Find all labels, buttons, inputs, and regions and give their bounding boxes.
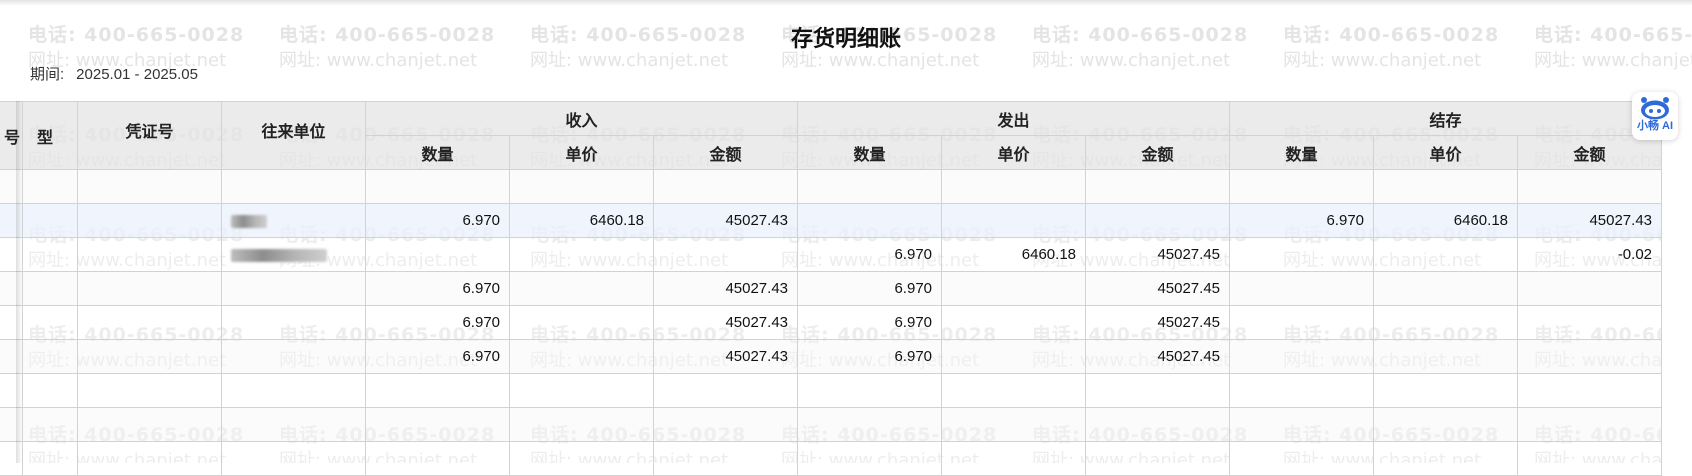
cell-in-price[interactable] [509,339,655,374]
header-in-qty[interactable]: 数量 [365,135,511,170]
cell-out-qty[interactable]: 6.970 [797,305,943,340]
cell-bal-amount[interactable] [1517,271,1663,306]
cell-out-amount[interactable]: 45027.45 [1085,305,1231,340]
top-edge-shadow [0,0,1692,6]
cell-bal-amount-negative[interactable]: -0.02 [1517,237,1663,272]
cell-out-qty[interactable] [797,203,943,238]
cell-in-qty[interactable] [365,169,511,204]
cell-counterparty-redacted[interactable] [221,237,367,272]
table-row[interactable]: 6.970 6460.18 45027.45 -0.02 [0,237,1663,272]
cell-in-amount[interactable]: 45027.43 [653,203,799,238]
period-row: 期间: 2025.01 - 2025.05 [30,63,198,84]
right-panel-edge [1662,101,1692,463]
header-outgoing-group: 发出 [797,101,1231,136]
ai-assistant-label: 小畅 AI [1636,120,1674,132]
cell-out-price[interactable] [941,339,1087,374]
cell-out-amount[interactable]: 45027.45 [1085,271,1231,306]
table-row[interactable]: 6.970 45027.43 6.970 45027.45 [0,305,1663,340]
frozen-column-shadow [16,101,22,463]
header-voucher-no[interactable]: 凭证号 [77,101,223,170]
header-in-price[interactable]: 单价 [509,135,655,170]
table-row[interactable] [0,441,1663,476]
header-bal-amount[interactable]: 金额 [1517,135,1663,170]
cell-in-price[interactable] [509,237,655,272]
header-income-group: 收入 [365,101,799,136]
table-row-selected[interactable]: 6.970 6460.18 45027.43 6.970 6460.18 450… [0,203,1663,238]
cell-in-qty[interactable]: 6.970 [365,203,511,238]
cell-in-amount[interactable]: 45027.43 [653,305,799,340]
cell-bal-amount[interactable] [1517,339,1663,374]
cell-bal-price[interactable] [1373,305,1519,340]
cell-in-qty[interactable] [365,237,511,272]
header-out-amount[interactable]: 金额 [1085,135,1231,170]
cell-bal-qty[interactable] [1229,237,1375,272]
table-row[interactable]: 6.970 45027.43 6.970 45027.45 [0,339,1663,374]
redacted-name [231,214,268,228]
cell-in-price[interactable]: 6460.18 [509,203,655,238]
header-type[interactable]: 型 [22,101,79,170]
cell-bal-qty[interactable] [1229,169,1375,204]
header-out-qty[interactable]: 数量 [797,135,943,170]
cell-in-qty[interactable]: 6.970 [365,305,511,340]
cell-out-price[interactable] [941,169,1087,204]
cell-bal-qty[interactable] [1229,305,1375,340]
inventory-ledger-table: 号 型 凭证号 往来单位 收入 发出 结存 数量 单价 金额 数量 单价 金额 … [0,101,1663,476]
redacted-name [231,248,328,262]
cell-in-amount[interactable] [653,169,799,204]
header-bal-price[interactable]: 单价 [1373,135,1519,170]
report-title: 存货明细账 [790,26,901,51]
table-row[interactable] [0,169,1663,204]
header-out-price[interactable]: 单价 [941,135,1087,170]
ai-assistant-button[interactable]: 小畅 AI [1632,92,1678,140]
table-row[interactable] [0,407,1663,442]
cell-out-qty[interactable]: 6.970 [797,237,943,272]
cell-in-price[interactable] [509,271,655,306]
cell-bal-qty[interactable] [1229,271,1375,306]
cell-out-qty[interactable] [797,169,943,204]
cell-out-price[interactable]: 6460.18 [941,237,1087,272]
robot-icon [1641,97,1669,120]
cell-out-amount[interactable]: 45027.45 [1085,237,1231,272]
table-row[interactable] [0,373,1663,408]
cell-out-amount[interactable]: 45027.45 [1085,339,1231,374]
cell-bal-qty[interactable]: 6.970 [1229,203,1375,238]
cell-in-qty[interactable]: 6.970 [365,339,511,374]
cell-bal-amount[interactable] [1517,169,1663,204]
cell-out-price[interactable] [941,271,1087,306]
cell-in-qty[interactable]: 6.970 [365,271,511,306]
cell-bal-price[interactable]: 6460.18 [1373,203,1519,238]
cell-out-price[interactable] [941,305,1087,340]
cell-out-price[interactable] [941,203,1087,238]
table-row[interactable]: 6.970 45027.43 6.970 45027.45 [0,271,1663,306]
cell-in-amount[interactable]: 45027.43 [653,271,799,306]
cell-bal-price[interactable] [1373,271,1519,306]
header-counterparty[interactable]: 往来单位 [221,101,367,170]
cell-counterparty-redacted[interactable] [221,203,367,238]
cell-in-price[interactable] [509,305,655,340]
cell-out-amount[interactable] [1085,203,1231,238]
cell-in-amount[interactable]: 45027.43 [653,339,799,374]
period-value: 2025.01 - 2025.05 [76,66,198,83]
cell-bal-amount[interactable]: 45027.43 [1517,203,1663,238]
cell-bal-price[interactable] [1373,237,1519,272]
cell-out-amount[interactable] [1085,169,1231,204]
header-bal-qty[interactable]: 数量 [1229,135,1375,170]
cell-out-qty[interactable]: 6.970 [797,339,943,374]
cell-bal-price[interactable] [1373,339,1519,374]
cell-bal-amount[interactable] [1517,305,1663,340]
cell-bal-price[interactable] [1373,169,1519,204]
cell-in-amount[interactable] [653,237,799,272]
cell-in-price[interactable] [509,169,655,204]
cell-bal-qty[interactable] [1229,339,1375,374]
cell-out-qty[interactable]: 6.970 [797,271,943,306]
period-label: 期间: [30,66,65,83]
header-in-amount[interactable]: 金额 [653,135,799,170]
header-balance-group: 结存 [1229,101,1663,136]
